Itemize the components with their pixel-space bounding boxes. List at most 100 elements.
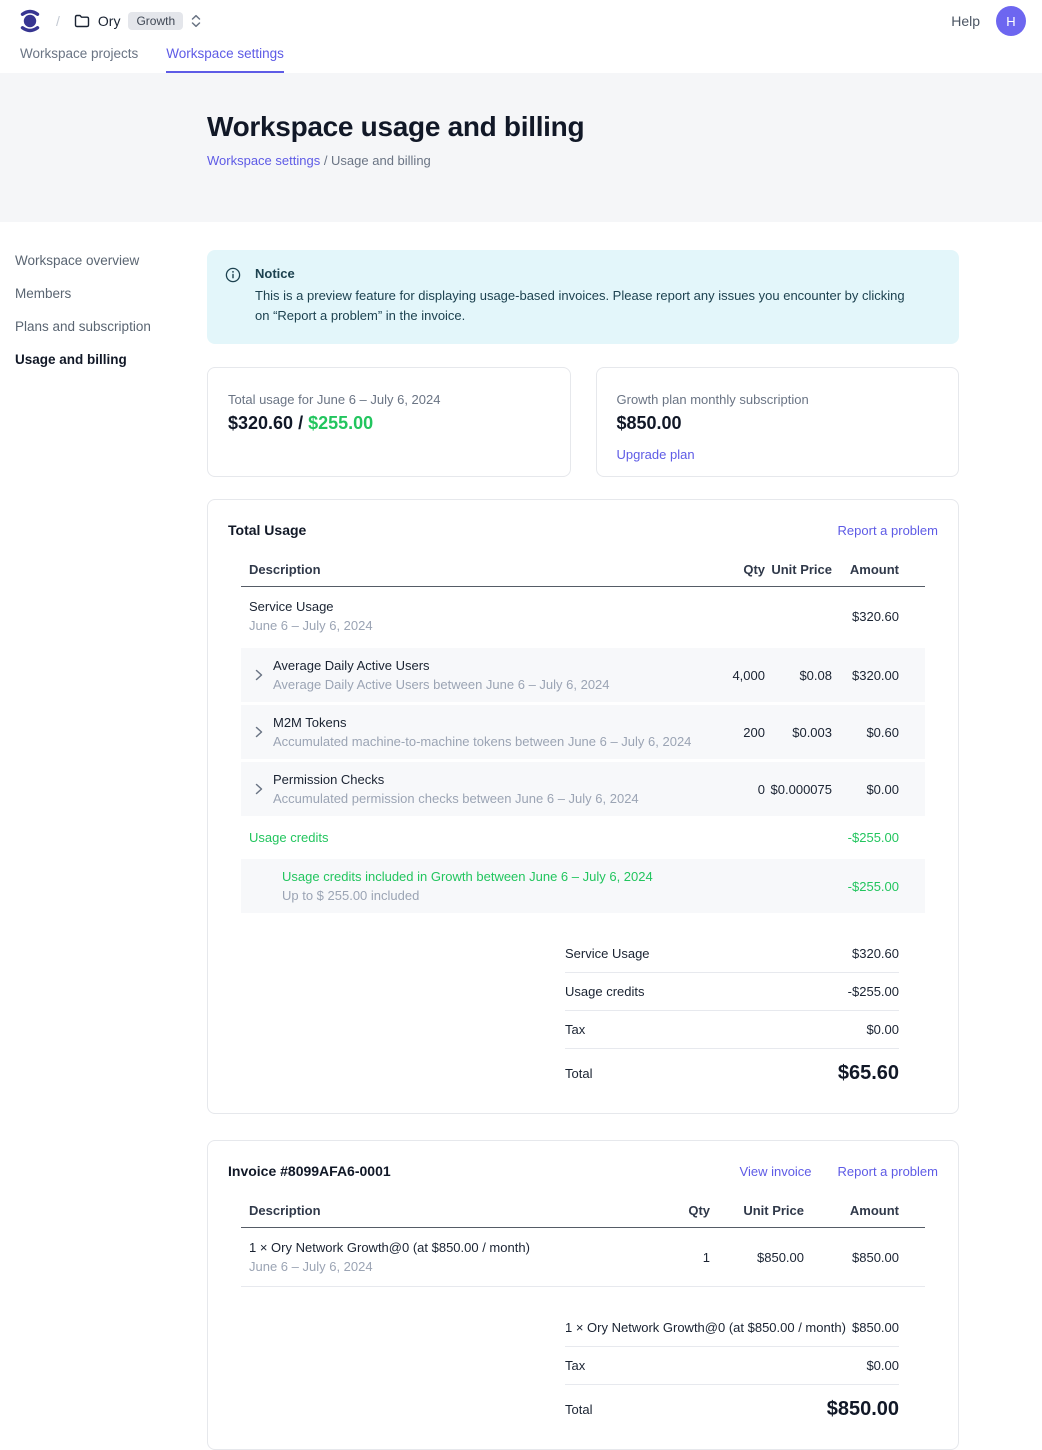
breadcrumb-sep: /: [320, 153, 331, 168]
chevron-right-icon[interactable]: [241, 726, 267, 738]
credits-detail-amount: -$255.00: [832, 879, 899, 894]
tab-workspace-settings[interactable]: Workspace settings: [166, 46, 284, 73]
sidebar-item-usage-billing[interactable]: Usage and billing: [15, 349, 207, 370]
credits-detail-title: Usage credits included in Growth between…: [282, 869, 695, 884]
total-label: Total: [565, 1066, 592, 1081]
ory-logo-icon[interactable]: [18, 8, 42, 34]
col-description: Description: [249, 1203, 640, 1218]
line-item-qty: 0: [695, 782, 765, 797]
summary-value: $850.00: [852, 1320, 899, 1335]
usage-summary: Service Usage $320.60 Usage credits -$25…: [565, 935, 899, 1087]
summary-label: Tax: [565, 1022, 585, 1037]
total-usage-invoice-card: Total Usage Report a problem Description…: [207, 499, 959, 1114]
usage-credits-title: Usage credits: [249, 830, 695, 845]
summary-value: $320.60: [852, 946, 899, 961]
summary-row: Tax $0.00: [565, 1347, 899, 1385]
notice-body: This is a preview feature for displaying…: [255, 286, 915, 326]
avatar[interactable]: H: [996, 6, 1026, 36]
col-amount: Amount: [832, 562, 899, 577]
invoice-item-unit-price: $850.00: [710, 1250, 804, 1265]
line-item-amount: $320.00: [832, 668, 899, 683]
summary-label: 1 × Ory Network Growth@0 (at $850.00 / m…: [565, 1320, 846, 1335]
info-icon: [225, 267, 241, 326]
view-invoice-link[interactable]: View invoice: [740, 1164, 812, 1179]
chevron-updown-icon: [191, 14, 201, 28]
line-item-title: M2M Tokens: [273, 715, 691, 730]
usage-spent: $320.60: [228, 413, 293, 433]
settings-sidebar: Workspace overview Members Plans and sub…: [0, 250, 207, 1450]
topbar: / Ory Growth Help H: [0, 0, 1042, 42]
invoice-item-amount: $850.00: [804, 1250, 899, 1265]
page-title: Workspace usage and billing: [207, 111, 1042, 143]
col-amount: Amount: [804, 1203, 899, 1218]
subscription-card: Growth plan monthly subscription $850.00…: [596, 367, 960, 477]
line-item-amount: $0.00: [832, 782, 899, 797]
breadcrumb-separator: /: [56, 13, 60, 29]
total-value: $850.00: [827, 1398, 899, 1421]
summary-value: -$255.00: [848, 984, 899, 999]
invoice-item-title: 1 × Ory Network Growth@0 (at $850.00 / m…: [249, 1240, 640, 1255]
chevron-right-icon[interactable]: [241, 783, 267, 795]
summary-row: Usage credits -$255.00: [565, 973, 899, 1011]
report-problem-link-usage[interactable]: Report a problem: [838, 523, 938, 538]
table-row-avg-daily-active-users[interactable]: Average Daily Active Users Average Daily…: [241, 648, 925, 702]
service-usage-title: Service Usage: [249, 599, 695, 614]
table-row-service-usage: Service Usage June 6 – July 6, 2024 $320…: [241, 587, 925, 645]
service-usage-amount: $320.60: [832, 609, 899, 624]
invoice-table-header: Description Qty Unit Price Amount: [241, 1195, 925, 1228]
usage-credits-amount: -$255.00: [832, 830, 899, 845]
sidebar-item-plans-subscription[interactable]: Plans and subscription: [15, 316, 207, 337]
col-qty: Qty: [695, 562, 765, 577]
col-description: Description: [249, 562, 695, 577]
sidebar-item-workspace-overview[interactable]: Workspace overview: [15, 250, 207, 271]
invoice-item-period: June 6 – July 6, 2024: [249, 1259, 640, 1274]
table-row-usage-credits-detail: Usage credits included in Growth between…: [241, 859, 925, 913]
breadcrumb-current: Usage and billing: [331, 153, 431, 168]
total-usage-amount: $320.60 / $255.00: [228, 413, 550, 434]
page-header: Workspace usage and billing Workspace se…: [0, 73, 1042, 222]
line-item-qty: 4,000: [695, 668, 765, 683]
report-problem-link-invoice[interactable]: Report a problem: [838, 1164, 938, 1179]
summary-label: Usage credits: [565, 984, 644, 999]
usage-card-title: Total Usage: [228, 522, 306, 538]
preview-notice: Notice This is a preview feature for dis…: [207, 250, 959, 344]
service-usage-period: June 6 – July 6, 2024: [249, 618, 695, 633]
breadcrumb-workspace-settings-link[interactable]: Workspace settings: [207, 153, 320, 168]
line-item-title: Average Daily Active Users: [273, 658, 610, 673]
line-item-qty: 200: [695, 725, 765, 740]
sidebar-item-members[interactable]: Members: [15, 283, 207, 304]
table-row-permission-checks[interactable]: Permission Checks Accumulated permission…: [241, 762, 925, 816]
line-item-subtitle: Average Daily Active Users between June …: [273, 677, 610, 692]
line-item-unit-price: $0.08: [765, 668, 832, 683]
tab-workspace-projects[interactable]: Workspace projects: [20, 46, 138, 73]
workspace-name: Ory: [98, 13, 121, 29]
col-unit-price: Unit Price: [710, 1203, 804, 1218]
usage-table-header: Description Qty Unit Price Amount: [241, 554, 925, 587]
summary-row: 1 × Ory Network Growth@0 (at $850.00 / m…: [565, 1309, 899, 1347]
plan-badge: Growth: [128, 12, 183, 30]
table-row-invoice-item: 1 × Ory Network Growth@0 (at $850.00 / m…: [241, 1228, 925, 1287]
upgrade-plan-link[interactable]: Upgrade plan: [617, 447, 695, 462]
total-usage-label: Total usage for June 6 – July 6, 2024: [228, 392, 550, 407]
table-row-m2m-tokens[interactable]: M2M Tokens Accumulated machine-to-machin…: [241, 705, 925, 759]
notice-title: Notice: [255, 266, 915, 281]
help-link[interactable]: Help: [951, 13, 980, 29]
subscription-label: Growth plan monthly subscription: [617, 392, 939, 407]
workspace-switcher[interactable]: Ory Growth: [74, 12, 201, 30]
invoice-card: Invoice #8099AFA6-0001 View invoice Repo…: [207, 1140, 959, 1450]
total-usage-card: Total usage for June 6 – July 6, 2024 $3…: [207, 367, 571, 477]
workspace-tabs: Workspace projects Workspace settings: [0, 42, 1042, 73]
line-item-amount: $0.60: [832, 725, 899, 740]
col-unit-price: Unit Price: [765, 562, 832, 577]
breadcrumb: Workspace settings / Usage and billing: [207, 153, 1042, 168]
line-item-subtitle: Accumulated machine-to-machine tokens be…: [273, 734, 691, 749]
usage-included: $255.00: [308, 413, 373, 433]
invoice-title: Invoice #8099AFA6-0001: [228, 1163, 391, 1179]
chevron-right-icon[interactable]: [241, 669, 267, 681]
folder-icon: [74, 14, 90, 28]
summary-row: Service Usage $320.60: [565, 935, 899, 973]
line-item-title: Permission Checks: [273, 772, 639, 787]
invoice-summary: 1 × Ory Network Growth@0 (at $850.00 / m…: [565, 1309, 899, 1423]
summary-label: Service Usage: [565, 946, 650, 961]
col-qty: Qty: [640, 1203, 710, 1218]
